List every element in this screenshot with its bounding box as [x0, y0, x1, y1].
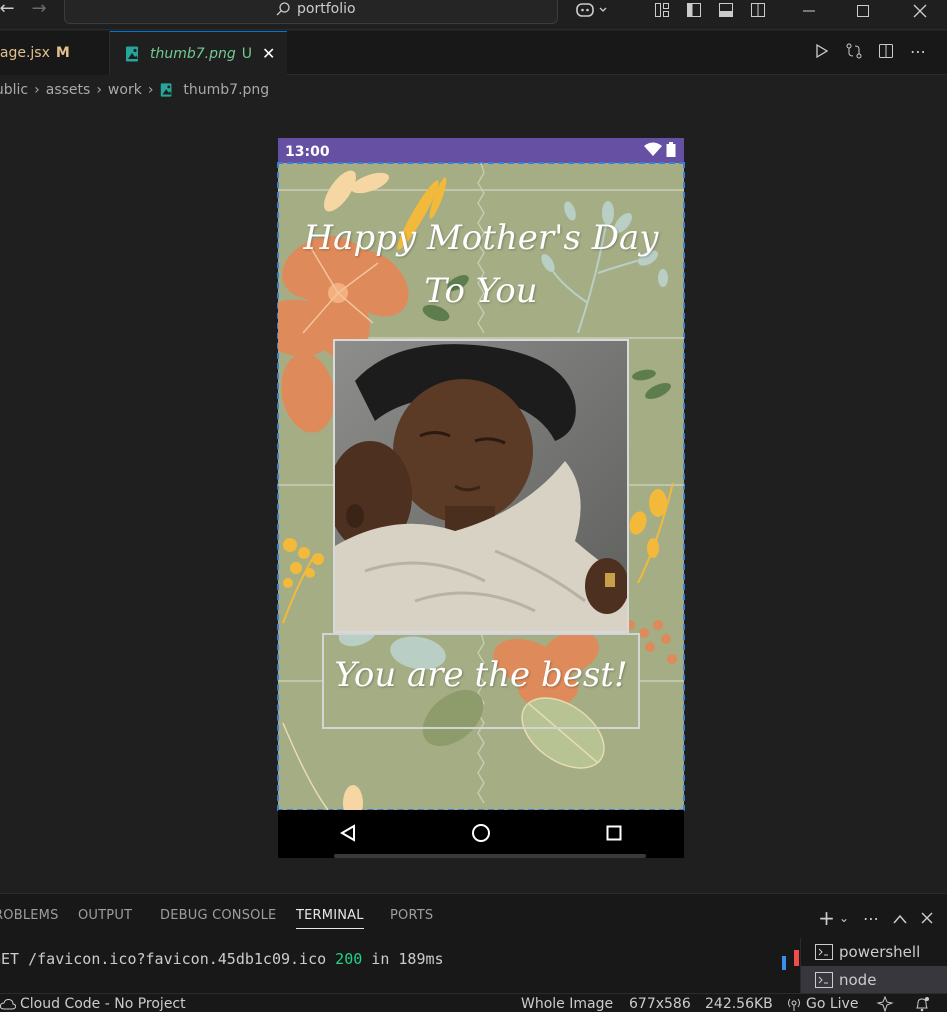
terminal-split-indicator — [782, 956, 786, 970]
editor-actions: ⋯ — [812, 41, 928, 61]
back-triangle-icon — [333, 818, 363, 848]
tab-thumb7-png[interactable]: thumb7.png U ✕ — [110, 31, 287, 75]
minimize-button[interactable] — [786, 0, 832, 22]
close-window-button[interactable] — [897, 0, 943, 22]
status-bar: Cloud Code - No Project Whole Image 677x… — [0, 993, 947, 1012]
terminal-output-line: GET /favicon.ico?favicon.45db1c09.ico 20… — [0, 950, 444, 968]
git-status-badge: U — [241, 45, 253, 62]
chevron-right-icon: › — [96, 82, 102, 98]
tab-page-jsx[interactable]: page.jsx M — [0, 31, 110, 75]
chevron-down-icon[interactable]: ⌄ — [839, 911, 849, 925]
close-panel-icon[interactable] — [921, 909, 933, 928]
terminal-timing: in 189ms — [362, 950, 444, 968]
breadcrumb-item-assets[interactable]: assets — [46, 82, 91, 98]
image-dimensions: 677x586 — [629, 996, 691, 1012]
image-filesize: 242.56KB — [705, 996, 773, 1012]
copilot-icon[interactable] — [574, 0, 610, 20]
toggle-primary-sidebar-icon[interactable] — [684, 0, 704, 20]
toggle-secondary-sidebar-icon[interactable] — [748, 0, 768, 20]
back-arrow-icon[interactable]: ← — [0, 0, 18, 22]
terminal-item-powershell[interactable]: powershell — [801, 938, 947, 966]
cloud-code-label: Cloud Code - No Project — [20, 996, 186, 1012]
terminal-item-node[interactable]: node — [801, 966, 947, 994]
split-editor-icon[interactable] — [876, 41, 896, 61]
card-title-line1: Happy Mother's Day — [303, 218, 659, 258]
terminal-status-code: 200 — [335, 950, 363, 968]
git-status-badge: M — [55, 45, 70, 61]
image-preview[interactable]: 13:00 Happy Mother's Day To You You are … — [277, 138, 685, 858]
maximize-button[interactable] — [840, 0, 886, 22]
command-center-search[interactable]: portfolio — [64, 0, 558, 24]
terminal-name: powershell — [839, 943, 921, 961]
breadcrumb: public › assets › work › thumb7.png — [0, 76, 269, 104]
search-icon — [276, 2, 290, 16]
editor-tab-bar: page.jsx M thumb7.png U ✕ ⋯ — [0, 31, 947, 75]
card-footer-text: You are the best! — [334, 655, 628, 695]
breadcrumb-item-thumb7[interactable]: thumb7.png — [183, 82, 269, 98]
forward-arrow-icon[interactable]: → — [28, 0, 50, 22]
home-circle-icon — [466, 818, 496, 848]
chevron-right-icon: › — [34, 82, 40, 98]
image-file-icon — [161, 83, 172, 97]
terminal-name: node — [839, 971, 877, 989]
recents-square-icon — [599, 818, 629, 848]
search-label: portfolio — [297, 1, 356, 17]
toggle-panel-icon[interactable] — [716, 0, 736, 20]
tab-output[interactable]: OUTPUT — [78, 908, 132, 923]
wifi-icon — [644, 142, 662, 156]
broadcast-icon — [788, 998, 800, 1011]
tab-label: thumb7.png — [150, 45, 236, 62]
open-changes-icon[interactable] — [844, 41, 864, 61]
phone-navigation-bar — [278, 810, 684, 858]
notifications-bell-icon[interactable] — [914, 996, 930, 1012]
go-live-label: Go Live — [806, 996, 859, 1012]
go-live-button[interactable]: Go Live — [786, 996, 858, 1012]
tab-problems[interactable]: PROBLEMS — [0, 908, 59, 923]
close-tab-icon[interactable]: ✕ — [262, 44, 275, 63]
cloud-code-status[interactable]: Cloud Code - No Project — [0, 996, 186, 1012]
cloud-icon — [0, 998, 16, 1010]
tab-ports[interactable]: PORTS — [390, 908, 433, 923]
breadcrumb-item-work[interactable]: work — [108, 82, 142, 98]
layout-customize-icon[interactable] — [652, 0, 672, 20]
more-actions-icon[interactable]: ⋯ — [863, 909, 879, 928]
greeting-card-image: Happy Mother's Day To You You are the be… — [277, 162, 685, 811]
status-time: 13:00 — [285, 144, 330, 160]
copilot-status-icon[interactable] — [876, 996, 894, 1012]
breadcrumb-item-public[interactable]: public — [0, 82, 28, 98]
new-terminal-icon[interactable]: + — [818, 906, 835, 930]
gesture-bar — [334, 854, 646, 858]
terminal-icon — [815, 972, 833, 988]
run-icon[interactable] — [812, 41, 832, 61]
tab-terminal[interactable]: TERMINAL — [296, 908, 364, 929]
panel-actions: + ⌄ ⋯ — [818, 906, 933, 930]
maximize-panel-icon[interactable] — [893, 909, 907, 928]
more-actions-icon[interactable]: ⋯ — [908, 41, 928, 61]
tab-debug-console[interactable]: DEBUG CONSOLE — [160, 908, 276, 923]
image-file-icon — [126, 46, 138, 61]
card-title-line2: To You — [424, 271, 538, 311]
mother-child-photo — [333, 339, 629, 633]
bottom-panel: PROBLEMS OUTPUT DEBUG CONSOLE TERMINAL P… — [0, 893, 947, 994]
image-zoom-status[interactable]: Whole Image — [521, 996, 613, 1012]
battery-icon — [666, 142, 676, 157]
chevron-right-icon: › — [147, 82, 154, 98]
terminal-list: powershell node — [800, 938, 947, 994]
title-bar: ← → portfolio — [0, 0, 947, 30]
terminal-request: GET /favicon.ico?favicon.45db1c09.ico — [0, 950, 336, 968]
phone-status-bar: 13:00 — [278, 138, 684, 163]
tab-label: page.jsx — [0, 45, 50, 61]
terminal-icon — [815, 944, 833, 960]
terminal-error-indicator — [794, 950, 799, 966]
